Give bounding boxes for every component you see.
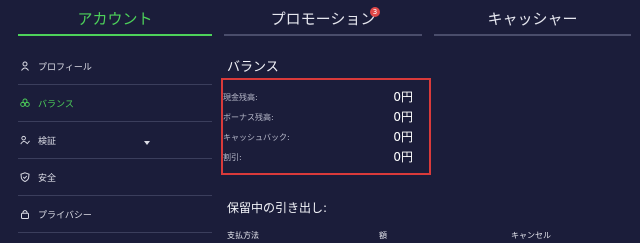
column-header-amount: 額 bbox=[379, 231, 387, 240]
balance-value: 0円 bbox=[393, 150, 413, 164]
balance-label: キャッシュバック: bbox=[223, 133, 290, 142]
sidebar-item-security[interactable]: 安全 bbox=[18, 159, 212, 196]
lock-icon bbox=[20, 209, 30, 219]
notification-badge: 3 bbox=[370, 7, 380, 17]
sidebar-item-verification[interactable]: 検証 bbox=[18, 122, 212, 159]
column-header-cancel: キャンセル bbox=[511, 231, 551, 240]
user-icon bbox=[20, 61, 30, 71]
balance-row-bonus: ボーナス残高: 0円 bbox=[223, 106, 413, 126]
user-check-icon bbox=[20, 135, 30, 145]
balance-row-cashback: キャッシュバック: 0円 bbox=[223, 126, 413, 146]
sidebar-item-balance[interactable]: バランス bbox=[18, 85, 212, 122]
tab-underline bbox=[224, 34, 422, 36]
sidebar-item-label: 検証 bbox=[38, 136, 57, 147]
sidebar: プロフィール バランス 検証 安全 プライバシー bbox=[18, 48, 212, 233]
sidebar-item-label: バランス bbox=[38, 99, 74, 110]
tab-cashier-label: キャッシャー bbox=[487, 9, 578, 28]
tab-account-label: アカウント bbox=[77, 9, 153, 28]
balance-value: 0円 bbox=[393, 90, 413, 104]
column-header-payment-method: 支払方法 bbox=[227, 231, 259, 240]
sidebar-item-label: 安全 bbox=[38, 173, 57, 184]
sidebar-item-label: プロフィール bbox=[38, 62, 92, 73]
main-content: バランス 現金残高: 0円 ボーナス残高: 0円 キャッシュバック: 0円 割引… bbox=[221, 56, 627, 240]
sidebar-item-privacy[interactable]: プライバシー bbox=[18, 196, 212, 233]
tab-promotion[interactable]: プロモーション 3 bbox=[224, 0, 422, 36]
balance-value: 0円 bbox=[393, 110, 413, 124]
balance-row-discount: 割引: 0円 bbox=[223, 146, 413, 166]
pending-withdrawals-title: 保留中の引き出し: bbox=[227, 201, 328, 215]
balance-row-cash: 現金残高: 0円 bbox=[223, 86, 413, 106]
tab-underline bbox=[18, 34, 212, 36]
balance-highlight-box: 現金残高: 0円 ボーナス残高: 0円 キャッシュバック: 0円 割引: 0円 bbox=[221, 78, 431, 175]
tab-underline bbox=[434, 34, 631, 36]
balance-value: 0円 bbox=[393, 130, 413, 144]
coins-icon bbox=[20, 98, 30, 108]
tab-cashier[interactable]: キャッシャー bbox=[434, 0, 631, 36]
shield-icon bbox=[20, 172, 30, 182]
balance-title: バランス bbox=[227, 60, 279, 75]
balance-label: 現金残高: bbox=[223, 93, 258, 102]
balance-label: ボーナス残高: bbox=[223, 113, 274, 122]
sidebar-item-profile[interactable]: プロフィール bbox=[18, 48, 212, 85]
top-tabs: アカウント プロモーション 3 キャッシャー bbox=[0, 0, 640, 36]
balance-label: 割引: bbox=[223, 153, 242, 162]
tab-account[interactable]: アカウント bbox=[18, 0, 212, 36]
tab-promotion-label: プロモーション bbox=[270, 9, 376, 28]
chevron-down-icon[interactable] bbox=[144, 138, 150, 148]
sidebar-item-label: プライバシー bbox=[38, 210, 92, 221]
